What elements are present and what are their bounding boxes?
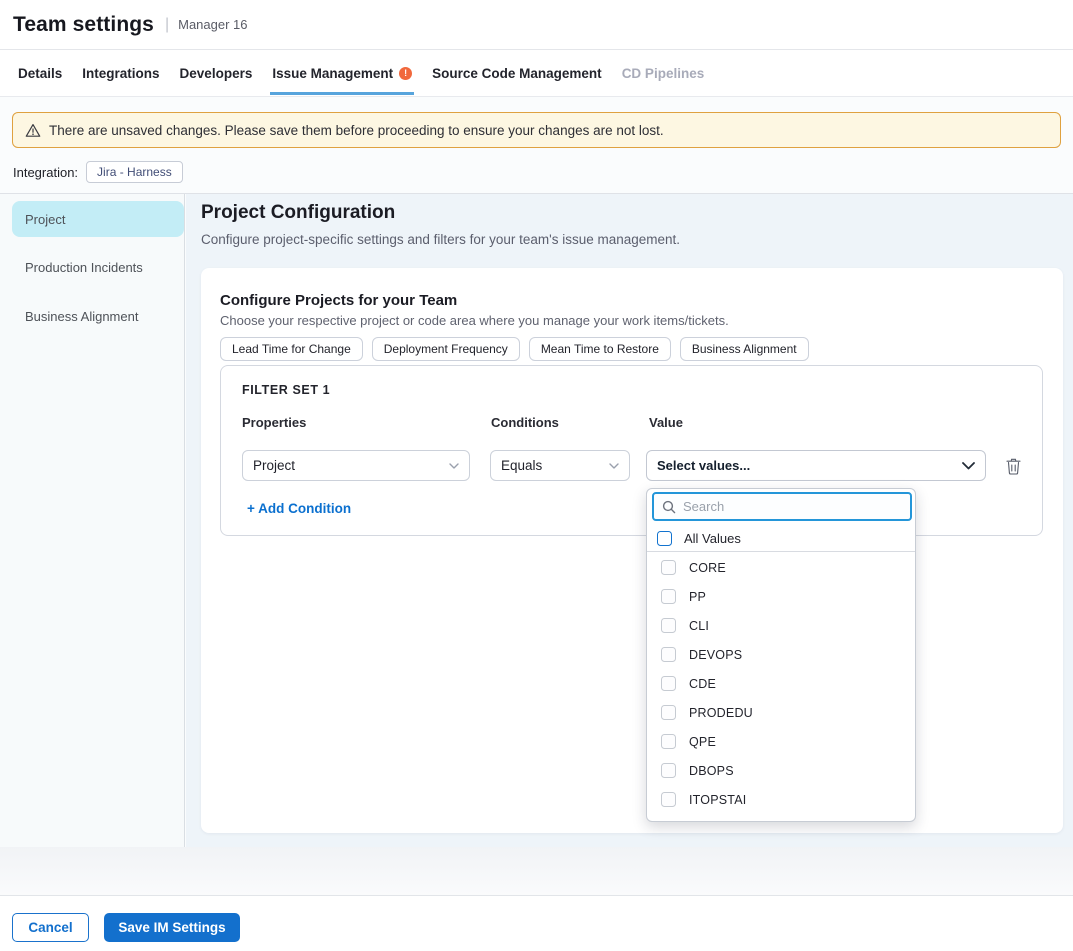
all-values-option[interactable]: All Values xyxy=(647,525,915,552)
conditions-column-label: Conditions xyxy=(491,415,559,430)
option-qpe[interactable]: QPE xyxy=(647,727,915,756)
integration-row: Integration: Jira - Harness xyxy=(13,161,183,183)
chevron-down-icon xyxy=(449,463,459,469)
chip-lead-time-for-change[interactable]: Lead Time for Change xyxy=(220,337,363,361)
delete-filter-icon[interactable] xyxy=(1003,456,1023,476)
integration-label: Integration: xyxy=(13,165,78,180)
checkbox[interactable] xyxy=(661,763,676,778)
property-select[interactable]: Project xyxy=(242,450,470,481)
option-cde[interactable]: CDE xyxy=(647,669,915,698)
configure-projects-card: Configure Projects for your Team Choose … xyxy=(201,268,1063,833)
cancel-button[interactable]: Cancel xyxy=(12,913,89,942)
option-prodedu[interactable]: PRODEDU xyxy=(647,698,915,727)
card-subtitle: Choose your respective project or code a… xyxy=(220,313,729,328)
chip-business-alignment[interactable]: Business Alignment xyxy=(680,337,809,361)
chip-mean-time-to-restore[interactable]: Mean Time to Restore xyxy=(529,337,671,361)
team-name-label: Manager 16 xyxy=(178,17,247,32)
search-input[interactable] xyxy=(683,499,883,514)
checkbox[interactable] xyxy=(661,705,676,720)
sidebar-item-project[interactable]: Project xyxy=(12,201,184,237)
tab-cd-pipelines: CD Pipelines xyxy=(622,52,705,94)
tab-developers[interactable]: Developers xyxy=(180,52,253,94)
footer-bar: Cancel Save IM Settings xyxy=(0,895,1073,951)
tab-issue-management[interactable]: Issue Management ! xyxy=(272,52,412,94)
option-core[interactable]: CORE xyxy=(647,553,915,582)
integration-chip[interactable]: Jira - Harness xyxy=(86,161,183,183)
chevron-down-icon xyxy=(609,463,619,469)
dropdown-options-list: CORE PP CLI DEVOPS CDE PRODEDU QPE DBOPS… xyxy=(647,553,915,822)
footer-gradient xyxy=(0,847,1073,895)
condition-select[interactable]: Equals xyxy=(490,450,630,481)
chevron-down-icon xyxy=(962,462,975,470)
option-devops[interactable]: DEVOPS xyxy=(647,640,915,669)
chip-deployment-frequency[interactable]: Deployment Frequency xyxy=(372,337,520,361)
checkbox[interactable] xyxy=(661,589,676,604)
metric-chips-row: Lead Time for Change Deployment Frequenc… xyxy=(220,337,809,361)
card-title: Configure Projects for your Team xyxy=(220,292,457,309)
checkbox[interactable] xyxy=(661,618,676,633)
section-subtitle: Configure project-specific settings and … xyxy=(201,232,680,247)
checkbox[interactable] xyxy=(661,560,676,575)
page-header: Team settings | Manager 16 xyxy=(0,0,1073,50)
tab-integrations[interactable]: Integrations xyxy=(82,52,159,94)
project-config-panel: Project Configuration Configure project-… xyxy=(186,194,1073,847)
option-cli[interactable]: CLI xyxy=(647,611,915,640)
sidebar-item-production-incidents[interactable]: Production Incidents xyxy=(12,249,184,285)
checkbox[interactable] xyxy=(661,647,676,662)
option-itopstai[interactable]: ITOPSTAI xyxy=(647,785,915,814)
filter-set-1-box: FILTER SET 1 Properties Conditions Value… xyxy=(220,365,1043,536)
properties-column-label: Properties xyxy=(242,415,306,430)
sidebar-item-business-alignment[interactable]: Business Alignment xyxy=(12,298,184,334)
checkbox[interactable] xyxy=(661,821,676,822)
settings-tabbar: Details Integrations Developers Issue Ma… xyxy=(0,50,1073,97)
checkbox[interactable] xyxy=(661,734,676,749)
all-values-checkbox[interactable] xyxy=(657,531,672,546)
filter-set-title: FILTER SET 1 xyxy=(242,383,330,397)
add-condition-button[interactable]: + Add Condition xyxy=(247,501,351,516)
unsaved-changes-banner: There are unsaved changes. Please save t… xyxy=(12,112,1061,148)
section-title: Project Configuration xyxy=(201,202,395,224)
checkbox[interactable] xyxy=(661,676,676,691)
search-icon xyxy=(662,500,676,514)
title-separator: | xyxy=(165,16,169,34)
dropdown-search-box[interactable] xyxy=(652,492,912,521)
option-pipe[interactable]: PIPE xyxy=(647,814,915,822)
config-sidebar: Project Production Incidents Business Al… xyxy=(0,194,185,847)
option-dbops[interactable]: DBOPS xyxy=(647,756,915,785)
unsaved-warning-badge-icon: ! xyxy=(399,67,412,80)
warning-triangle-icon xyxy=(25,123,41,138)
checkbox[interactable] xyxy=(661,792,676,807)
page-title: Team settings xyxy=(13,13,154,37)
value-dropdown: All Values CORE PP CLI DEVOPS CDE PRODED… xyxy=(646,488,916,822)
banner-message: There are unsaved changes. Please save t… xyxy=(49,123,664,138)
save-im-settings-button[interactable]: Save IM Settings xyxy=(104,913,240,942)
option-pp[interactable]: PP xyxy=(647,582,915,611)
tab-details[interactable]: Details xyxy=(18,52,62,94)
value-multiselect[interactable]: Select values... xyxy=(646,450,986,481)
tab-source-code-management[interactable]: Source Code Management xyxy=(432,52,602,94)
value-column-label: Value xyxy=(649,415,683,430)
